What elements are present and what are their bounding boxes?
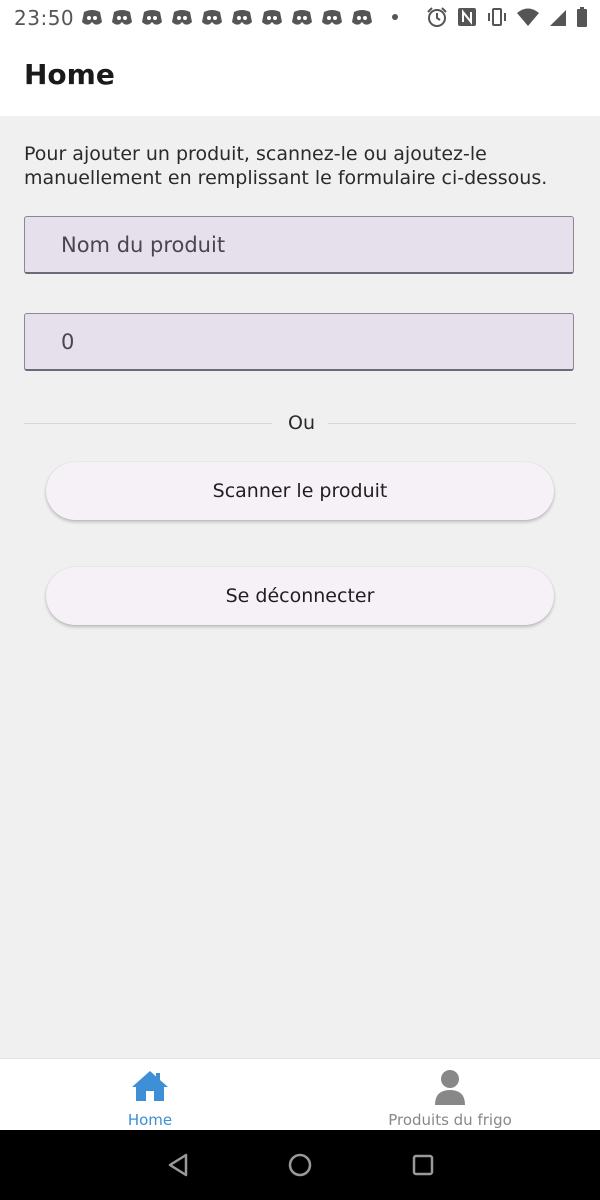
- divider-line-left: [24, 423, 272, 424]
- discord-icon: [112, 10, 132, 25]
- alarm-icon: [427, 7, 447, 27]
- logout-button[interactable]: Se déconnecter: [46, 567, 554, 625]
- discord-icon: [82, 10, 102, 25]
- home-circle-icon[interactable]: [287, 1152, 313, 1178]
- page-title: Home: [24, 58, 115, 91]
- quantity-input[interactable]: [25, 314, 573, 369]
- signal-icon: [550, 10, 566, 26]
- discord-icon: [322, 10, 342, 25]
- divider-line-right: [328, 423, 576, 424]
- person-icon: [435, 1070, 465, 1105]
- discord-icon: [202, 10, 222, 25]
- screen: 23:50 Home Pour ajouter un produit, scan: [0, 0, 600, 1200]
- product-name-input[interactable]: [25, 217, 573, 272]
- discord-icon: [292, 10, 312, 25]
- nav-item-home[interactable]: Home: [0, 1059, 300, 1131]
- status-bar: 23:50: [0, 0, 600, 36]
- discord-icon: [142, 10, 162, 25]
- status-time: 23:50: [14, 6, 75, 30]
- home-icon: [132, 1071, 168, 1101]
- divider-text: Ou: [288, 412, 315, 434]
- or-divider: Ou: [24, 410, 576, 438]
- wifi-icon: [517, 8, 539, 26]
- system-nav-bar: [0, 1130, 600, 1200]
- notification-icons: [80, 8, 374, 28]
- nav-item-fridge-products[interactable]: Produits du frigo: [300, 1059, 600, 1131]
- discord-icon: [232, 10, 252, 25]
- intro-text: Pour ajouter un produit, scannez-le ou a…: [24, 143, 548, 189]
- quantity-field[interactable]: [24, 313, 574, 371]
- discord-icon: [262, 10, 282, 25]
- product-name-field[interactable]: [24, 216, 574, 274]
- more-notifications-dot: [392, 14, 398, 20]
- vibrate-icon: [488, 8, 506, 26]
- bottom-nav: Home Produits du frigo: [0, 1058, 600, 1130]
- back-icon[interactable]: [166, 1152, 190, 1178]
- nav-label-home: Home: [127, 1111, 173, 1129]
- recent-apps-icon[interactable]: [411, 1152, 435, 1178]
- discord-icon: [352, 10, 372, 25]
- discord-icon: [172, 10, 192, 25]
- app-bar: Home: [0, 36, 600, 116]
- nfc-icon: [458, 8, 476, 26]
- scan-product-button[interactable]: Scanner le produit: [46, 462, 554, 520]
- nav-label-fridge-products: Produits du frigo: [388, 1111, 512, 1129]
- system-icons: [426, 6, 588, 28]
- battery-icon: [577, 7, 587, 27]
